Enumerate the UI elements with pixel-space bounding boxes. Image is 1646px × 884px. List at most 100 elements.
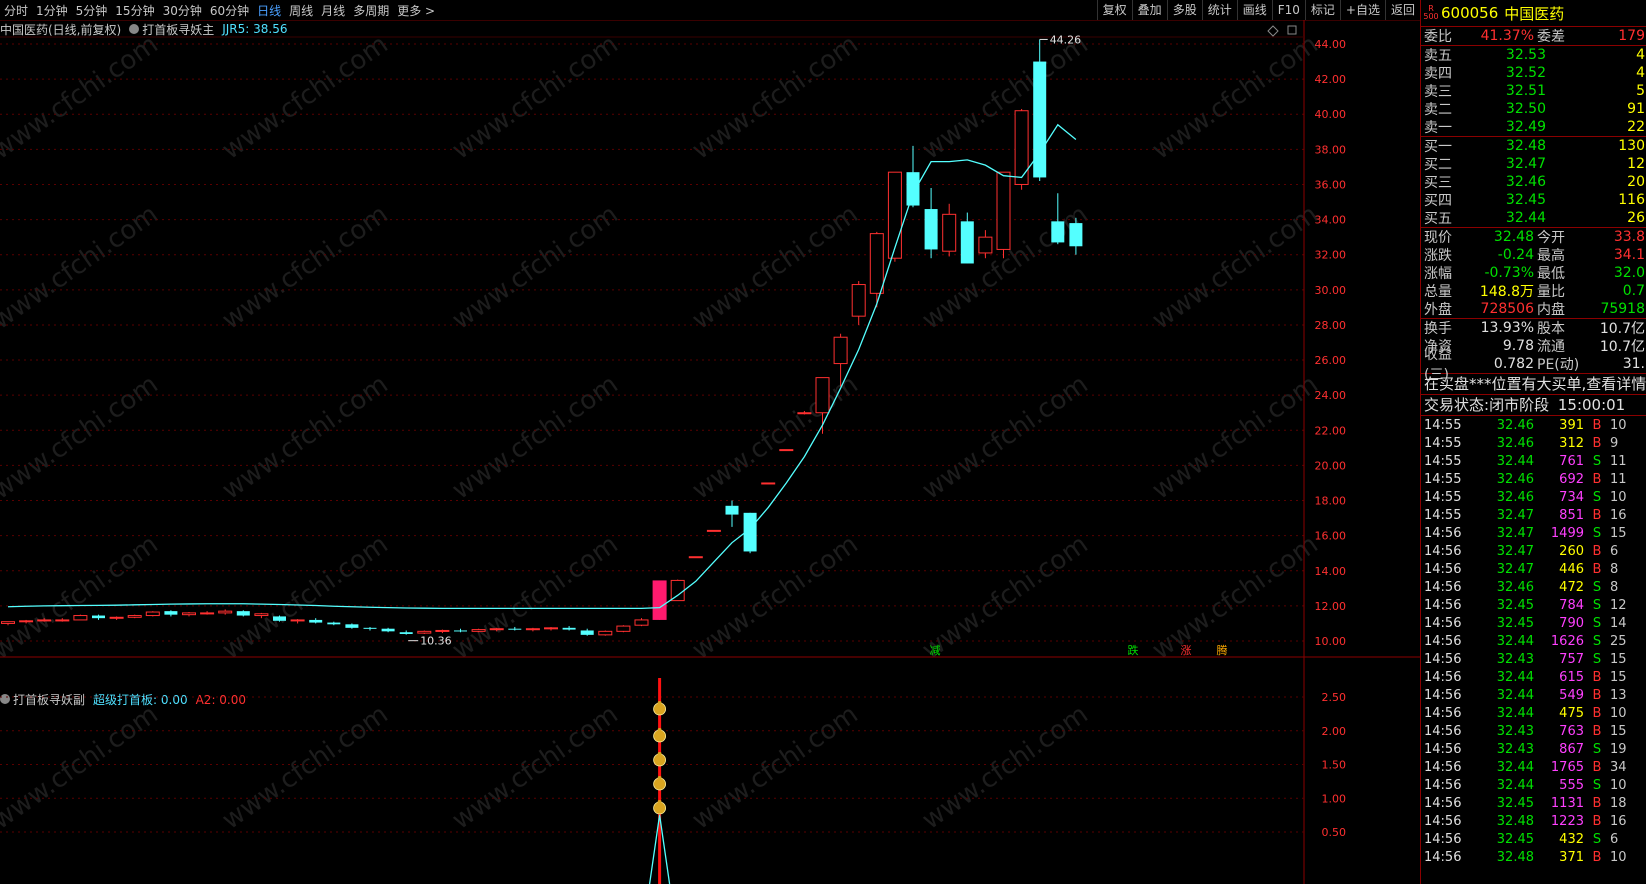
candle (598, 630, 613, 636)
tick-row[interactable]: 14:56 32.44 1765 B 34 (1421, 758, 1646, 776)
rank-badge: R 500 (1423, 5, 1439, 21)
stat-label: 现价 (1424, 230, 1452, 246)
tick-volume: 1626 (1550, 633, 1584, 649)
tick-row[interactable]: 14:56 32.44 555 S 10 (1421, 776, 1646, 794)
tick-count: 15 (1610, 669, 1627, 685)
tick-side: B (1592, 669, 1602, 685)
tick-row[interactable]: 14:56 32.48 1223 B 16 (1421, 812, 1646, 830)
weibi-value: 41.37% (1480, 28, 1534, 44)
candle (73, 614, 88, 621)
bids-row[interactable]: 买五 32.44 26 (1421, 209, 1646, 227)
tick-row[interactable]: 14:56 32.43 757 S 15 (1421, 650, 1646, 668)
tick-row[interactable]: 14:56 32.45 1131 B 18 (1421, 794, 1646, 812)
candle (906, 145, 920, 208)
asks-row[interactable]: 卖一 32.49 22 (1421, 118, 1646, 136)
tick-row[interactable]: 14:55 32.46 391 B 10 (1421, 416, 1646, 434)
tick-price: 32.44 (1496, 453, 1534, 469)
bids-row[interactable]: 买四 32.45 116 (1421, 191, 1646, 209)
tick-count: 10 (1610, 417, 1627, 433)
tick-price: 32.47 (1496, 543, 1534, 559)
asks-row[interactable]: 卖五 32.53 4 (1421, 46, 1646, 64)
price-tick-label: 10.00 (1315, 635, 1347, 648)
tick-row[interactable]: 14:55 32.44 761 S 11 (1421, 452, 1646, 470)
tick-volume: 312 (1559, 435, 1584, 451)
tick-time: 14:56 (1424, 561, 1462, 577)
tick-row[interactable]: 14:56 32.47 1499 S 15 (1421, 524, 1646, 542)
tick-row[interactable]: 14:56 32.44 549 B 13 (1421, 686, 1646, 704)
tick-list[interactable]: 14:55 32.46 391 B 10 14:55 32.46 312 B 9 14:55 32.4… (1421, 416, 1646, 866)
bids-volume: 20 (1627, 174, 1645, 190)
tick-row[interactable]: 14:56 32.47 260 B 6 (1421, 542, 1646, 560)
watermark: www.cfchi.com (1147, 29, 1324, 165)
tick-row[interactable]: 14:55 32.46 312 B 9 (1421, 434, 1646, 452)
tick-side: B (1592, 507, 1602, 523)
candle (616, 625, 631, 633)
candle (345, 623, 359, 629)
tick-row[interactable]: 14:56 32.44 1626 S 25 (1421, 632, 1646, 650)
tick-row[interactable]: 14:56 32.43 867 S 19 (1421, 740, 1646, 758)
candle (164, 610, 178, 617)
tick-side: B (1592, 849, 1602, 865)
sub-tick-label: 2.00 (1322, 725, 1347, 738)
tick-count: 10 (1610, 849, 1627, 865)
tick-row[interactable]: 14:56 32.47 446 B 8 (1421, 560, 1646, 578)
candle (688, 556, 703, 559)
stat-label: 内盘 (1537, 302, 1565, 318)
tick-volume: 763 (1559, 723, 1584, 739)
candle (381, 627, 395, 633)
maximize-icon[interactable] (1287, 25, 1297, 35)
tick-row[interactable]: 14:56 32.45 784 S 12 (1421, 596, 1646, 614)
tick-time: 14:56 (1424, 633, 1462, 649)
tick-row[interactable]: 14:55 32.46 692 B 11 (1421, 470, 1646, 488)
stat-label: 涨幅 (1424, 266, 1452, 282)
price-tick-label: 40.00 (1315, 108, 1347, 121)
tick-side: S (1592, 597, 1602, 613)
tick-count: 16 (1610, 813, 1627, 829)
asks-volume: 91 (1627, 101, 1645, 117)
asks-row[interactable]: 卖二 32.50 91 (1421, 100, 1646, 118)
price-tick-label: 36.00 (1315, 178, 1347, 191)
watermark: www.cfchi.com (0, 529, 164, 665)
candle (924, 187, 938, 259)
tick-count: 6 (1610, 831, 1619, 847)
tick-row[interactable]: 14:55 32.47 851 B 16 (1421, 506, 1646, 524)
bids-row[interactable]: 买三 32.46 20 (1421, 173, 1646, 191)
tick-volume: 1131 (1550, 795, 1584, 811)
tick-row[interactable]: 14:56 32.48 371 B 10 (1421, 848, 1646, 866)
tick-volume: 761 (1559, 453, 1584, 469)
candle (92, 614, 105, 620)
bids-row[interactable]: 买一 32.48 130 (1421, 137, 1646, 155)
tick-side: B (1592, 795, 1602, 811)
big-order-notice[interactable]: 在买盘***位置有大买单,查看详情 (1421, 374, 1646, 395)
tick-volume: 432 (1559, 831, 1584, 847)
tick-side: B (1592, 417, 1602, 433)
tick-price: 32.48 (1496, 849, 1534, 865)
chart-settings-icon[interactable] (1267, 25, 1279, 37)
candle (580, 628, 594, 636)
bids-row[interactable]: 买二 32.47 12 (1421, 155, 1646, 173)
tick-row[interactable]: 14:56 32.45 432 S 6 (1421, 830, 1646, 848)
asks-row[interactable]: 卖四 32.52 4 (1421, 64, 1646, 82)
price-tick-label: 18.00 (1315, 495, 1347, 508)
watermark: www.cfchi.com (447, 29, 624, 165)
tick-row[interactable]: 14:55 32.46 734 S 10 (1421, 488, 1646, 506)
tick-row[interactable]: 14:56 32.44 475 B 10 (1421, 704, 1646, 722)
tick-volume: 615 (1559, 669, 1584, 685)
tick-row[interactable]: 14:56 32.46 472 S 8 (1421, 578, 1646, 596)
money-bag-icon (653, 728, 666, 743)
high-label: 44.26 (1050, 33, 1082, 46)
tick-row[interactable]: 14:56 32.44 615 B 15 (1421, 668, 1646, 686)
tick-count: 11 (1610, 453, 1627, 469)
stat-value: -0.24 (1497, 247, 1534, 263)
watermark: www.cfchi.com (0, 699, 164, 835)
candle (218, 609, 233, 615)
tick-row[interactable]: 14:56 32.43 763 B 15 (1421, 722, 1646, 740)
kline-chart[interactable]: www.cfchi.com www.cfchi.com www.cfchi.com w… (0, 0, 1420, 884)
tick-side: S (1592, 525, 1602, 541)
tick-volume: 784 (1559, 597, 1584, 613)
tick-row[interactable]: 14:56 32.45 790 S 14 (1421, 614, 1646, 632)
tick-time: 14:55 (1424, 435, 1462, 451)
candle (109, 616, 124, 620)
asks-row[interactable]: 卖三 32.51 5 (1421, 82, 1646, 100)
money-bag-icon (653, 776, 666, 791)
